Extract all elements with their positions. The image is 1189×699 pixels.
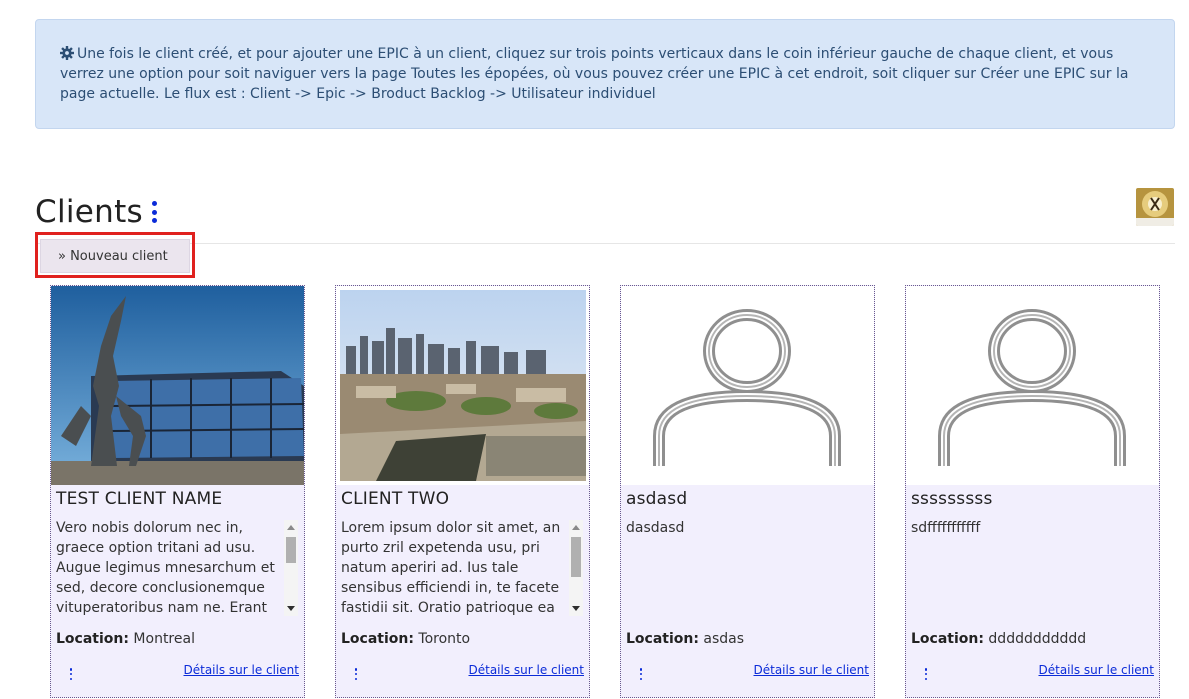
- info-alert: Une fois le client créé, et pour ajouter…: [35, 19, 1175, 129]
- header-divider: [35, 243, 1175, 244]
- client-location: Location: Montreal: [56, 631, 195, 647]
- client-description[interactable]: Lorem ipsum dolor sit amet, an purto zri…: [341, 518, 583, 618]
- client-menu-kebab-icon[interactable]: [68, 668, 74, 680]
- new-client-highlight: [35, 232, 195, 278]
- client-photo-building: [51, 286, 304, 485]
- page-header: Clients: [35, 190, 159, 234]
- client-name: sssssssss: [911, 489, 993, 509]
- client-name: CLIENT TWO: [341, 489, 450, 509]
- client-menu-kebab-icon[interactable]: [353, 668, 359, 680]
- client-photo-city: [336, 286, 589, 485]
- client-name: TEST CLIENT NAME: [56, 489, 223, 509]
- client-description[interactable]: Vero nobis dolorum nec in, graece option…: [56, 518, 298, 618]
- client-card: CLIENT TWO Lorem ipsum dolor sit amet, a…: [335, 285, 590, 698]
- client-menu-kebab-icon[interactable]: [638, 668, 644, 680]
- description-scrollbar[interactable]: [284, 520, 298, 616]
- info-text: Une fois le client créé, et pour ajouter…: [60, 46, 1129, 102]
- client-location: Location: ddddddddddd: [911, 631, 1087, 647]
- client-details-link[interactable]: Détails sur le client: [753, 663, 869, 677]
- gear-icon: [60, 46, 74, 60]
- description-scrollbar[interactable]: [569, 520, 583, 616]
- page-title: Clients: [35, 194, 143, 230]
- client-details-link[interactable]: Détails sur le client: [1038, 663, 1154, 677]
- client-menu-kebab-icon[interactable]: [923, 668, 929, 680]
- client-description: sdfffffffffff: [911, 520, 981, 536]
- client-card: TEST CLIENT NAME Vero nobis dolorum nec …: [50, 285, 305, 698]
- client-location: Location: asdas: [626, 631, 745, 647]
- avatar[interactable]: [1136, 188, 1174, 226]
- user-placeholder-icon: [621, 286, 874, 485]
- client-details-link[interactable]: Détails sur le client: [468, 663, 584, 677]
- client-name: asdasd: [626, 489, 688, 509]
- page-menu-kebab-icon[interactable]: [149, 199, 159, 225]
- client-card: asdasd dasdasd Location: asdas Détails s…: [620, 285, 875, 698]
- client-card: sssssssss sdfffffffffff Location: dddddd…: [905, 285, 1160, 698]
- client-description: dasdasd: [626, 520, 685, 536]
- client-location: Location: Toronto: [341, 631, 471, 647]
- client-details-link[interactable]: Détails sur le client: [183, 663, 299, 677]
- user-placeholder-icon: [906, 286, 1159, 485]
